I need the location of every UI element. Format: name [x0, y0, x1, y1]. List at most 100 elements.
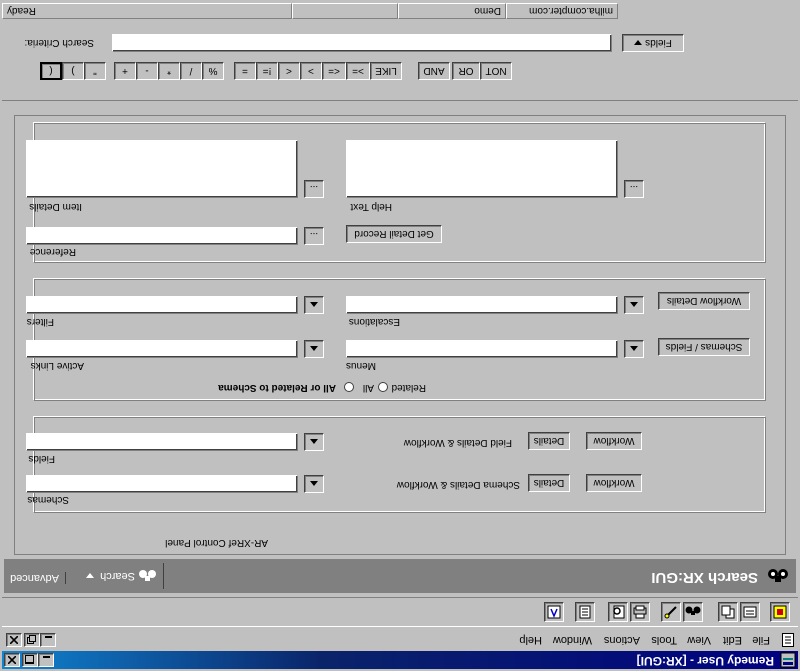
- fields-field[interactable]: [26, 433, 298, 451]
- chevron-down-icon: [310, 302, 318, 308]
- menu-window[interactable]: Window: [553, 634, 592, 646]
- schemas-field[interactable]: [26, 475, 298, 493]
- op-greater-equal-button[interactable]: >=: [346, 62, 370, 80]
- related-radio-label: Related: [391, 382, 426, 393]
- advanced-link[interactable]: Advanced: [10, 572, 66, 584]
- op-modulo-button[interactable]: %: [202, 62, 224, 80]
- escalations-field[interactable]: [346, 296, 618, 314]
- schemas-label: Schemas: [27, 494, 69, 505]
- workflow-details-button[interactable]: Workflow Details: [658, 292, 750, 310]
- status-empty-cell: [292, 3, 398, 19]
- search-binoculars-icon[interactable]: [683, 602, 703, 622]
- op-or-button[interactable]: OR: [452, 62, 480, 80]
- search-form-icon: [766, 564, 790, 585]
- active-links-field[interactable]: [26, 340, 298, 358]
- report-icon[interactable]: [575, 602, 595, 622]
- reference-field[interactable]: [26, 227, 298, 245]
- op-like-button[interactable]: LIKE: [370, 62, 402, 80]
- menus-dropdown-button[interactable]: [624, 340, 644, 358]
- menu-edit[interactable]: Edit: [723, 634, 742, 646]
- schemas-dropdown-button[interactable]: [304, 475, 324, 493]
- op-minus-button[interactable]: -: [136, 62, 158, 80]
- search-criteria-input[interactable]: [112, 34, 612, 52]
- op-open-paren-button[interactable]: (: [40, 62, 62, 80]
- op-greater-than-button[interactable]: >: [300, 62, 322, 80]
- get-detail-record-button[interactable]: Get Detail Record: [346, 225, 442, 243]
- op-less-than-button[interactable]: <: [278, 62, 300, 80]
- help-text-label: Help Text: [350, 201, 392, 212]
- filters-dropdown-button[interactable]: [304, 296, 324, 314]
- close-button[interactable]: [4, 653, 20, 667]
- preview-icon[interactable]: [608, 602, 628, 622]
- item-details-textarea[interactable]: [26, 140, 298, 198]
- op-plus-button[interactable]: +: [114, 62, 136, 80]
- op-multiply-button[interactable]: *: [158, 62, 180, 80]
- op-not-equals-button[interactable]: !=: [256, 62, 278, 80]
- document-icon: [782, 630, 794, 647]
- menu-file[interactable]: File: [752, 634, 770, 646]
- menu-actions[interactable]: Actions: [604, 634, 640, 646]
- op-divide-button[interactable]: /: [180, 62, 202, 80]
- status-ready-cell: Ready: [2, 3, 292, 19]
- field-workflow-button[interactable]: Workflow: [586, 432, 642, 450]
- status-mode-cell: Demo: [398, 3, 506, 19]
- schema-workflow-button[interactable]: Workflow: [586, 474, 642, 492]
- child-minimize-button[interactable]: [40, 633, 56, 647]
- help-text-ellipsis-button[interactable]: ...: [624, 180, 644, 198]
- fields-button[interactable]: Fields: [622, 34, 684, 52]
- toolbar: [2, 597, 798, 627]
- menus-field[interactable]: [346, 340, 618, 358]
- active-links-dropdown-button[interactable]: [304, 340, 324, 358]
- item-details-ellipsis-button[interactable]: ...: [304, 180, 324, 198]
- search-criteria-panel: ( ) " + - * / % = != < > <= >= LIKE AND …: [2, 23, 798, 101]
- print-icon[interactable]: [630, 602, 650, 622]
- filters-field[interactable]: [26, 296, 298, 314]
- field-details-button[interactable]: Details: [528, 432, 570, 450]
- item-details-label: Item Details: [29, 201, 82, 212]
- menu-help[interactable]: Help: [519, 634, 542, 646]
- status-mode: Demo: [474, 5, 501, 17]
- op-equals-button[interactable]: =: [234, 62, 256, 80]
- fields-dropdown-button[interactable]: [304, 433, 324, 451]
- schema-details-button[interactable]: Details: [528, 474, 570, 492]
- search-menu-button[interactable]: Search: [74, 563, 164, 589]
- reference-label: Reference: [29, 246, 76, 257]
- chevron-down-icon: [630, 302, 638, 308]
- schemas-fields-group: [34, 417, 766, 513]
- open-icon[interactable]: [740, 602, 760, 622]
- op-and-button[interactable]: AND: [418, 62, 450, 80]
- schema-details-label: Schema Details & Workflow: [396, 479, 520, 490]
- child-close-button[interactable]: [6, 633, 22, 647]
- reference-ellipsis-button[interactable]: ...: [304, 227, 324, 245]
- workflow-icon[interactable]: [544, 602, 564, 622]
- new-request-icon[interactable]: [770, 602, 790, 622]
- child-restore-button[interactable]: [24, 633, 40, 647]
- help-text-textarea[interactable]: [346, 140, 618, 198]
- status-server-cell: milha.compter.com: [506, 3, 618, 19]
- op-less-equal-button[interactable]: <=: [322, 62, 346, 80]
- all-radio-label: All: [362, 382, 374, 393]
- copy-icon[interactable]: [718, 602, 738, 622]
- schemas-fields-button[interactable]: Schemas / Fields: [658, 338, 750, 356]
- maximize-button[interactable]: [22, 653, 38, 667]
- minimize-button[interactable]: [38, 653, 54, 667]
- op-close-paren-button[interactable]: ): [62, 62, 84, 80]
- clear-icon[interactable]: [661, 602, 681, 622]
- op-not-button[interactable]: NOT: [480, 62, 512, 80]
- control-panel-label: AR-XRef Control Panel: [161, 537, 272, 548]
- search-criteria-label: Search Criteria:: [24, 37, 94, 48]
- search-binoculars-icon: [139, 570, 156, 581]
- chevron-down-icon: [310, 481, 318, 487]
- menus-label: Menus: [345, 360, 376, 371]
- op-quote-button[interactable]: ": [84, 62, 106, 80]
- menu-tools[interactable]: Tools: [651, 634, 677, 646]
- all-radio[interactable]: [344, 382, 354, 392]
- related-radio[interactable]: [378, 382, 388, 392]
- menu-view[interactable]: View: [687, 634, 711, 646]
- search-header-bar: Search XR:GUI Search Advanced: [4, 559, 796, 593]
- escalations-dropdown-button[interactable]: [624, 296, 644, 314]
- chevron-down-icon: [630, 346, 638, 352]
- search-menu-label: Search: [100, 570, 135, 582]
- search-form-title: Search XR:GUI: [651, 569, 758, 586]
- active-links-label: Active Links: [30, 360, 84, 371]
